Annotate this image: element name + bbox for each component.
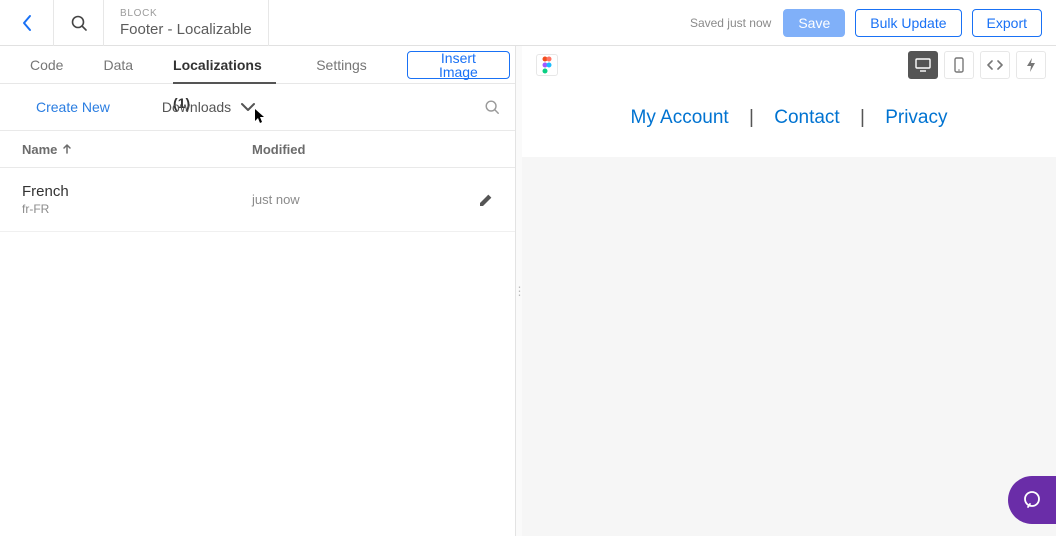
footer-link-privacy[interactable]: Privacy [885, 107, 947, 128]
main-area: Code Data Localizations (1) Settings Ins… [0, 46, 1056, 536]
chat-widget-button[interactable] [1008, 476, 1056, 524]
left-panel: Code Data Localizations (1) Settings Ins… [0, 46, 522, 536]
row-lang: French [22, 183, 252, 200]
mobile-icon [954, 57, 964, 73]
chevron-down-icon [239, 101, 257, 113]
code-view-button[interactable] [980, 51, 1010, 79]
lightning-icon [1026, 57, 1036, 73]
block-type-label: BLOCK [120, 8, 252, 19]
desktop-view-button[interactable] [908, 51, 938, 79]
tab-localizations[interactable]: Localizations (1) [173, 46, 276, 84]
header-search-button[interactable] [54, 0, 104, 46]
downloads-label: Downloads [162, 99, 231, 115]
create-new-link[interactable]: Create New [36, 99, 110, 115]
search-icon [70, 14, 88, 32]
row-code: fr-FR [22, 202, 252, 216]
tab-code[interactable]: Code [30, 46, 63, 84]
insert-image-button[interactable]: Insert Image [407, 51, 510, 79]
chevron-left-icon [20, 14, 34, 32]
footer-sep: | [860, 107, 865, 128]
footer-link-contact[interactable]: Contact [774, 107, 839, 128]
save-button[interactable]: Save [783, 9, 845, 37]
code-icon [987, 59, 1003, 71]
tab-data[interactable]: Data [103, 46, 133, 84]
pencil-icon [478, 192, 494, 208]
top-bar: BLOCK Footer - Localizable Saved just no… [0, 0, 1056, 46]
sub-toolbar: Create New Downloads [0, 84, 522, 130]
arrow-up-icon [61, 143, 73, 155]
preview-toolbar [522, 46, 1056, 84]
preview-content: My Account | Contact | Privacy [522, 83, 1056, 157]
export-button[interactable]: Export [972, 9, 1042, 37]
bulk-update-button[interactable]: Bulk Update [855, 9, 961, 37]
lightning-button[interactable] [1016, 51, 1046, 79]
mobile-view-button[interactable] [944, 51, 974, 79]
figma-icon [541, 56, 553, 74]
figma-button[interactable] [536, 54, 558, 76]
column-header-name[interactable]: Name [22, 142, 252, 157]
column-headers: Name Modified [0, 130, 522, 168]
row-modified: just now [252, 192, 478, 207]
block-title: Footer - Localizable [120, 21, 252, 38]
column-header-modified[interactable]: Modified [252, 142, 305, 157]
tab-settings[interactable]: Settings [316, 46, 367, 84]
save-status: Saved just now [690, 16, 771, 30]
desktop-icon [915, 58, 931, 72]
back-button[interactable] [0, 0, 54, 46]
chat-icon [1021, 489, 1043, 511]
tabs-bar: Code Data Localizations (1) Settings Ins… [0, 46, 522, 84]
footer-sep: | [749, 107, 754, 128]
search-icon [484, 99, 500, 115]
block-title-box: BLOCK Footer - Localizable [104, 0, 269, 46]
table-row[interactable]: French fr-FR just now [0, 168, 522, 232]
edit-button[interactable] [478, 192, 494, 208]
preview-panel: My Account | Contact | Privacy [522, 46, 1056, 536]
preview-body: My Account | Contact | Privacy [522, 83, 1056, 157]
footer-links: My Account | Contact | Privacy [542, 107, 1036, 129]
downloads-dropdown[interactable]: Downloads [162, 99, 257, 115]
list-search-button[interactable] [484, 99, 500, 115]
footer-link-account[interactable]: My Account [631, 107, 729, 128]
